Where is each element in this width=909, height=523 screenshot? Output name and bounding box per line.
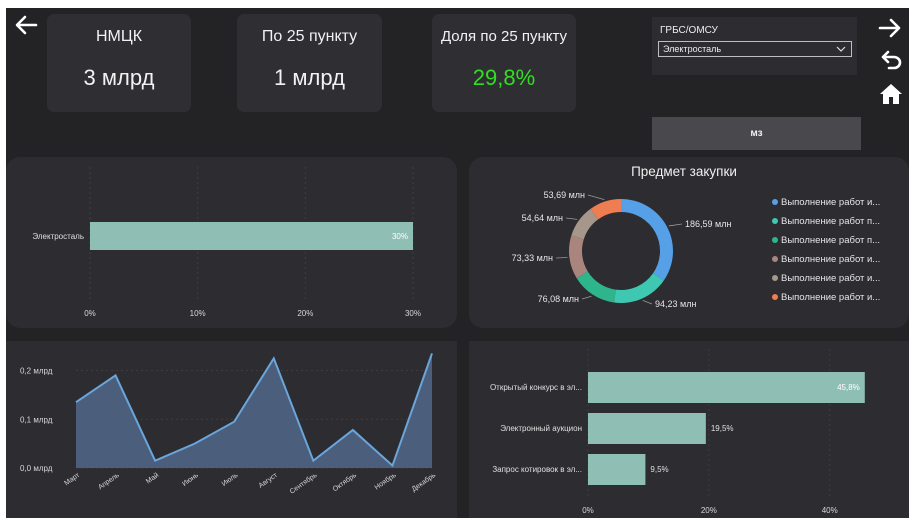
kpi-title: НМЦК [47, 28, 191, 46]
bar-panel-methods: 0% 20% 40% Открытый конкурс в эл... 45,8% Эле… [469, 341, 909, 518]
slice-label: 76,08 млн [538, 294, 579, 304]
legend-marker [772, 294, 778, 300]
leader-line [582, 296, 591, 299]
data-label: 30% [392, 232, 408, 241]
area-panel: 0,0 млрд 0,1 млрд 0,2 млрд Март Апрель Май Июн… [6, 341, 457, 518]
x-tick-label: Октябрь [331, 471, 358, 493]
y-tick-label: 0,2 млрд [20, 367, 53, 376]
legend-marker [772, 237, 778, 243]
kpi-value: 3 млрд [47, 65, 191, 91]
x-tick-label: 0% [582, 506, 594, 515]
category-label: Открытый конкурс в эл... [490, 383, 582, 392]
bar-chart-methods: 0% 20% 40% Открытый конкурс в эл... 45,8% Эле… [469, 341, 909, 518]
x-tick-label: 20% [701, 506, 717, 515]
x-tick-label: Март [63, 471, 81, 487]
home-icon[interactable] [879, 82, 903, 106]
data-label: 19,5% [711, 424, 734, 433]
data-label: 45,8% [837, 383, 860, 392]
slice-label: 186,59 млн [685, 219, 731, 229]
legend-marker [772, 256, 778, 262]
kpi-value: 29,8% [432, 65, 576, 91]
grbs-select[interactable]: Электросталь [658, 41, 852, 57]
x-tick-label: Декабрь [410, 471, 437, 493]
area-chart: 0,0 млрд 0,1 млрд 0,2 млрд Март Апрель Май Июн… [6, 341, 457, 518]
donut-chart: Предмет закупки 186,59 млн Выполнение рабо… [469, 157, 909, 328]
kpi-value: 1 млрд [237, 65, 382, 91]
donut-slice [577, 271, 616, 302]
category-label: Запрос котировок в эл... [492, 465, 582, 474]
bar-panel-org: 0% 10% 20% 30% Электросталь 30% [6, 157, 457, 328]
x-tick-label: 20% [297, 309, 313, 318]
legend-marker [772, 199, 778, 205]
bar [588, 454, 645, 485]
kpi-title: По 25 пункту [237, 28, 382, 46]
leader-line [566, 218, 577, 219]
legend-entry: Выполнение работ и... [781, 273, 880, 284]
leader-line [643, 300, 652, 304]
slice-label: 54,64 млн [522, 213, 563, 223]
kpi-card-nmck: НМЦК 3 млрд [47, 14, 191, 112]
legend-entry: Выполнение работ п... [781, 235, 880, 246]
y-tick-label: 0,1 млрд [20, 415, 53, 424]
y-tick-label: 0,0 млрд [20, 464, 53, 473]
bar-chart-org: 0% 10% 20% 30% Электросталь 30% [6, 157, 457, 328]
leader-line [669, 224, 682, 226]
x-tick-label: 40% [822, 506, 838, 515]
legend-entry: Выполнение работ и... [781, 197, 880, 208]
x-tick-label: 10% [190, 309, 206, 318]
data-label: 9,5% [650, 465, 668, 474]
slice-label: 94,23 млн [655, 299, 696, 309]
x-tick-label: Сентябрь [288, 471, 319, 496]
x-tick-label: Июнь [181, 472, 200, 488]
category-label: Электросталь [32, 232, 84, 241]
kpi-card-p25: По 25 пункту 1 млрд [237, 14, 382, 112]
arrow-right-icon[interactable] [878, 17, 902, 39]
legend-entry: Выполнение работ и... [781, 292, 880, 303]
x-tick-label: Ноябрь [373, 471, 398, 492]
x-tick-label: 30% [405, 309, 421, 318]
slice-label: 53,69 млн [544, 190, 585, 200]
mz-button[interactable]: мз [652, 117, 861, 150]
x-tick-label: Май [144, 471, 160, 485]
leader-line [588, 195, 604, 200]
area-fill [76, 353, 432, 468]
x-tick-label: Июль [221, 472, 240, 488]
legend-entry: Выполнение работ п... [781, 216, 880, 227]
dashboard: НМЦК 3 млрд По 25 пункту 1 млрд Доля по … [6, 8, 909, 518]
category-label: Электронный аукцион [500, 424, 582, 433]
legend-marker [772, 275, 778, 281]
donut-slice [621, 199, 673, 281]
kpi-title: Доля по 25 пункту [432, 28, 576, 45]
filter-label: ГРБС/ОМСУ [660, 25, 718, 36]
legend-marker [772, 218, 778, 224]
undo-icon[interactable] [880, 48, 904, 70]
donut-slice [569, 235, 588, 278]
x-tick-label: Август [258, 471, 280, 489]
select-value: Электросталь [663, 44, 721, 54]
bar [588, 372, 865, 403]
x-tick-label: Апрель [97, 472, 121, 492]
bar [90, 222, 413, 250]
grbs-filter: ГРБС/ОМСУ Электросталь [652, 17, 857, 75]
bar [588, 413, 706, 444]
x-tick-label: 0% [84, 309, 96, 318]
slice-label: 73,33 млн [512, 253, 553, 263]
legend-entry: Выполнение работ и... [781, 254, 880, 265]
arrow-left-icon[interactable] [14, 14, 38, 36]
chart-title: Предмет закупки [631, 164, 737, 179]
donut-panel: Предмет закупки 186,59 млн Выполнение рабо… [469, 157, 909, 328]
kpi-card-share: Доля по 25 пункту 29,8% [432, 14, 576, 112]
chevron-down-icon [835, 42, 847, 56]
